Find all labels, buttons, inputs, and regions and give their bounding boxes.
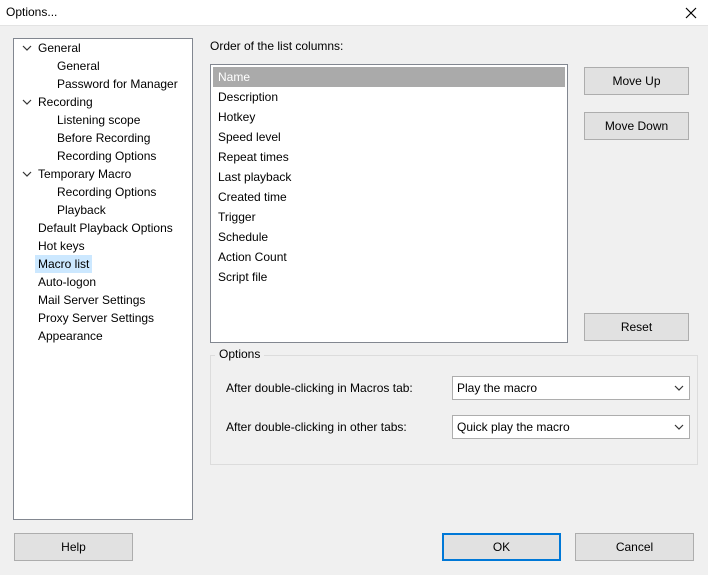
macros-tab-double-click-select[interactable]: Play the macro [452, 376, 690, 400]
tree-label: Recording Options [57, 185, 157, 199]
tree-label: Auto-logon [38, 275, 97, 289]
list-item-speed-level[interactable]: Speed level [213, 127, 565, 147]
chevron-down-icon [674, 424, 684, 430]
column-order-label: Order of the list columns: [210, 39, 344, 53]
close-icon [685, 7, 697, 19]
list-item-script-file[interactable]: Script file [213, 267, 565, 287]
list-item-last-playback[interactable]: Last playback [213, 167, 565, 187]
list-item-name[interactable]: Name [213, 67, 565, 87]
tree-label: Hot keys [38, 239, 85, 253]
select-value: Play the macro [457, 381, 538, 395]
list-item-action-count[interactable]: Action Count [213, 247, 565, 267]
move-up-button[interactable]: Move Up [584, 67, 689, 95]
reset-button[interactable]: Reset [584, 313, 689, 341]
ok-button[interactable]: OK [442, 533, 561, 561]
macros-tab-double-click-label: After double-clicking in Macros tab: [226, 381, 413, 395]
tree-label: General [38, 41, 81, 55]
tree-label: Mail Server Settings [38, 293, 146, 307]
chevron-down-icon [674, 385, 684, 391]
tree-label: Listening scope [57, 113, 141, 127]
other-tabs-double-click-label: After double-clicking in other tabs: [226, 420, 407, 434]
move-down-button[interactable]: Move Down [584, 112, 689, 140]
list-item-repeat-times[interactable]: Repeat times [213, 147, 565, 167]
list-item-created-time[interactable]: Created time [213, 187, 565, 207]
chevron-down-icon[interactable] [22, 43, 32, 53]
options-group-title: Options [215, 347, 265, 361]
tree-label: Proxy Server Settings [38, 311, 155, 325]
list-item-schedule[interactable]: Schedule [213, 227, 565, 247]
title-bar: Options... [0, 0, 708, 26]
tree-label: Recording Options [57, 149, 157, 163]
options-group [210, 355, 698, 465]
tree-label: Default Playback Options [38, 221, 173, 235]
tree-label: Temporary Macro [38, 167, 132, 181]
list-item-trigger[interactable]: Trigger [213, 207, 565, 227]
tree-label: General [57, 59, 100, 73]
tree-label: Playback [57, 203, 106, 217]
other-tabs-double-click-select[interactable]: Quick play the macro [452, 415, 690, 439]
list-item-hotkey[interactable]: Hotkey [213, 107, 565, 127]
window-title: Options... [6, 5, 58, 19]
chevron-down-icon[interactable] [22, 169, 32, 179]
tree-label: Password for Manager [57, 77, 178, 91]
column-order-list[interactable]: Name Description Hotkey Speed level Repe… [210, 64, 568, 343]
list-item-description[interactable]: Description [213, 87, 565, 107]
close-button[interactable] [674, 0, 708, 26]
tree-label: Recording [38, 95, 93, 109]
chevron-down-icon[interactable] [22, 97, 32, 107]
tree-label: Before Recording [57, 131, 151, 145]
help-button[interactable]: Help [14, 533, 133, 561]
select-value: Quick play the macro [457, 420, 570, 434]
options-tree[interactable]: General General Password for Manager Rec… [13, 38, 193, 520]
tree-label: Macro list [35, 255, 93, 273]
cancel-button[interactable]: Cancel [575, 533, 694, 561]
tree-label: Appearance [38, 329, 103, 343]
options-dialog: Options... General General Password for … [0, 0, 708, 575]
